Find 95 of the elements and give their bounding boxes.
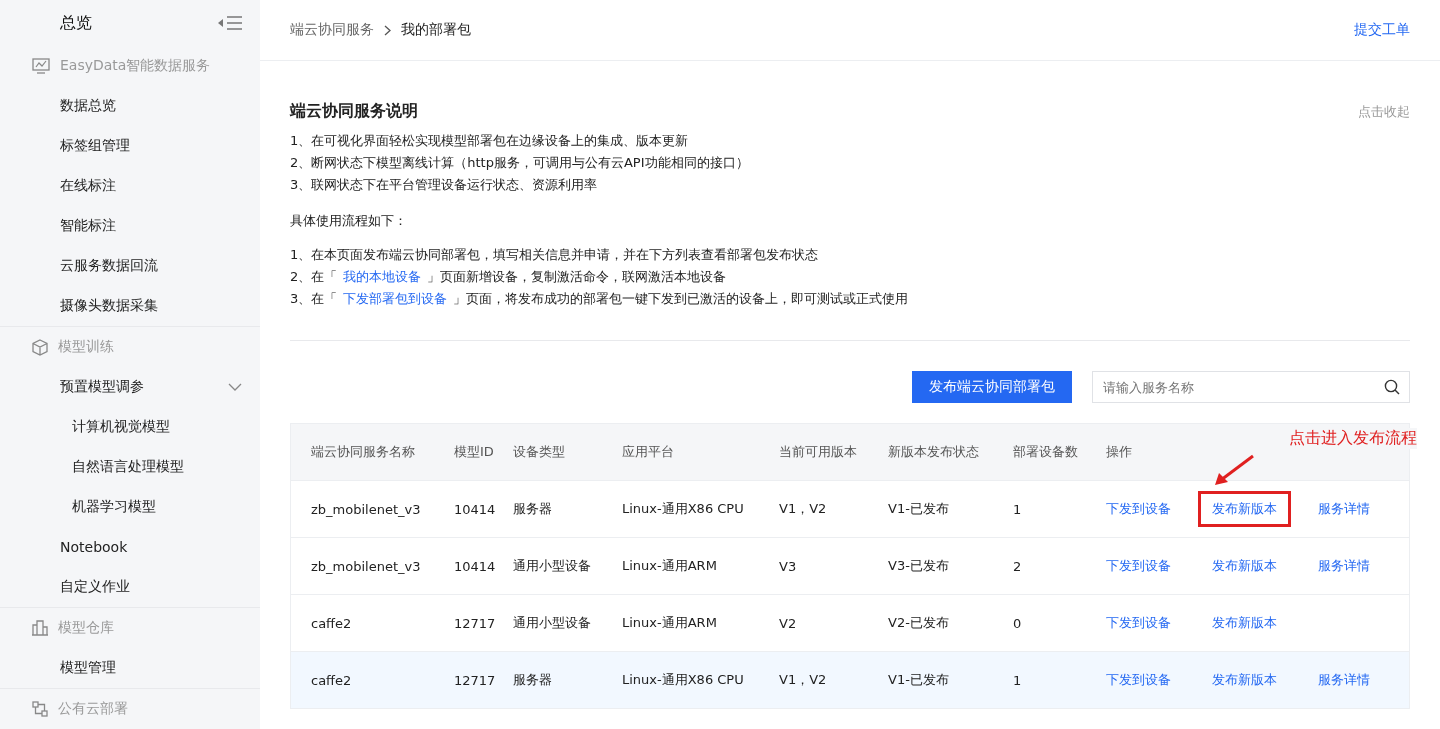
action-link[interactable]: 发布新版本 bbox=[1198, 662, 1291, 698]
column-header: 端云协同服务名称 bbox=[311, 443, 416, 461]
breadcrumb-item: 我的部署包 bbox=[401, 21, 471, 39]
inline-link[interactable]: 我的本地设备 bbox=[343, 269, 422, 284]
chart-icon bbox=[32, 58, 50, 74]
action-link[interactable]: 下发到设备 bbox=[1106, 605, 1185, 641]
action-link[interactable]: 服务详情 bbox=[1304, 662, 1384, 698]
table-cell-text: V1-已发布 bbox=[888, 500, 950, 518]
collapse-menu-icon[interactable] bbox=[218, 15, 242, 31]
table-cell-text: Linux-通用ARM bbox=[622, 557, 718, 575]
chevron-icon[interactable] bbox=[228, 383, 242, 391]
action-link[interactable]: 下发到设备 bbox=[1106, 548, 1185, 584]
action-link[interactable]: 发布新版本 bbox=[1198, 548, 1291, 584]
annotation-text: 点击进入发布流程 bbox=[1289, 428, 1417, 449]
table-cell-text: 服务器 bbox=[513, 671, 553, 689]
section-title: 端云协同服务说明 bbox=[290, 101, 418, 122]
chevron-right-icon bbox=[384, 24, 391, 36]
table-cell-text: V1-已发布 bbox=[888, 671, 950, 689]
table-cell-text: Linux-通用ARM bbox=[622, 614, 718, 632]
sidebar-item[interactable]: 模型管理 bbox=[60, 659, 116, 677]
table-cell-text: V1，V2 bbox=[779, 671, 828, 689]
table-cell-text: V2-已发布 bbox=[888, 614, 950, 632]
table-cell-text: Linux-通用X86 CPU bbox=[622, 500, 745, 518]
column-header: 新版本发布状态 bbox=[888, 443, 980, 461]
sidebar-item[interactable]: 数据总览 bbox=[60, 97, 116, 115]
sidebar-title[interactable]: 总览 bbox=[60, 12, 92, 34]
table-cell-text: zb_mobilenet_v3 bbox=[311, 501, 422, 517]
table-cell-text: 10414 bbox=[454, 558, 497, 574]
table-cell-text: V3-已发布 bbox=[888, 557, 950, 575]
table-cell-text: caffe2 bbox=[311, 672, 353, 688]
table-cell-text: 服务器 bbox=[513, 500, 553, 518]
sidebar-item[interactable]: 在线标注 bbox=[60, 177, 116, 195]
publish-button[interactable]: 发布端云协同部署包 bbox=[912, 371, 1072, 403]
building-icon bbox=[32, 620, 48, 636]
sidebar-subitem[interactable]: 机器学习模型 bbox=[72, 498, 156, 516]
action-link[interactable]: 下发到设备 bbox=[1106, 662, 1185, 698]
sidebar-item[interactable]: 智能标注 bbox=[60, 217, 116, 235]
action-link[interactable]: 服务详情 bbox=[1304, 491, 1384, 527]
table-cell-text: 10414 bbox=[454, 501, 497, 517]
feature-text: 2、断网状态下模型离线计算（http服务，可调用与公有云API功能相同的接口） bbox=[290, 154, 750, 172]
sidebar-item[interactable]: 预置模型调参 bbox=[60, 378, 144, 396]
column-header: 模型ID bbox=[454, 443, 495, 461]
table-cell-text: 1 bbox=[1013, 501, 1023, 517]
sidebar-group-title: 模型训练 bbox=[58, 338, 114, 356]
sidebar-group-title: EasyData智能数据服务 bbox=[60, 57, 211, 75]
search-icon[interactable] bbox=[1384, 379, 1400, 395]
sidebar-item[interactable]: 云服务数据回流 bbox=[60, 257, 158, 275]
table-cell-text: 通用小型设备 bbox=[513, 557, 592, 575]
table-cell-text: V2 bbox=[779, 615, 798, 631]
action-link[interactable]: 服务详情 bbox=[1304, 548, 1384, 584]
action-link[interactable]: 发布新版本 bbox=[1198, 605, 1291, 641]
sidebar-item[interactable]: 自定义作业 bbox=[60, 578, 130, 596]
nodes-icon bbox=[32, 701, 48, 717]
step-text: 」页面新增设备，复制激活命令，联网激活本地设备 bbox=[427, 269, 727, 284]
breadcrumb-item[interactable]: 端云协同服务 bbox=[290, 21, 374, 39]
step-text: 1、在本页面发布端云协同部署包，填写相关信息并申请，并在下方列表查看部署包发布状态 bbox=[290, 247, 819, 262]
sidebar-group-title: 公有云部署 bbox=[58, 700, 128, 718]
annotation-arrow bbox=[1213, 454, 1255, 486]
action-link[interactable]: 发布新版本 bbox=[1198, 491, 1291, 527]
table-cell-text: 12717 bbox=[454, 615, 497, 631]
table-cell-text: V1，V2 bbox=[779, 500, 828, 518]
inline-link[interactable]: 下发部署包到设备 bbox=[343, 291, 448, 306]
sidebar-item[interactable]: 摄像头数据采集 bbox=[60, 297, 158, 315]
search-field[interactable]: 请输入服务名称 bbox=[1092, 371, 1410, 403]
sidebar-subitem[interactable]: 计算机视觉模型 bbox=[72, 418, 170, 436]
step-text: 3、在「 bbox=[290, 291, 338, 306]
table-row[interactable]: zb_mobilenet_v3 10414 通用小型设备 Linux-通用ARM V3 V3-已发布 2 下发到设备 发布新版本 服务详情 bbox=[291, 538, 1409, 595]
table-row[interactable]: zb_mobilenet_v3 10414 服务器 Linux-通用X86 CPU V1，V2 V1-已发布 1 下发到设备 发布新版本 服务详情 bbox=[291, 481, 1409, 538]
feature-text: 3、联网状态下在平台管理设备运行状态、资源利用率 bbox=[290, 176, 599, 194]
table-cell-text: 12717 bbox=[454, 672, 497, 688]
sidebar-subitem[interactable]: 自然语言处理模型 bbox=[72, 458, 184, 476]
table-cell-text: 0 bbox=[1013, 615, 1023, 631]
steps-title: 具体使用流程如下： bbox=[290, 212, 408, 230]
table-cell-text: 通用小型设备 bbox=[513, 614, 592, 632]
table-cell-text: 2 bbox=[1013, 558, 1023, 574]
submit-ticket-link[interactable]: 提交工单 bbox=[1354, 21, 1410, 39]
cube-icon bbox=[32, 338, 48, 356]
table-row[interactable]: caffe2 12717 服务器 Linux-通用X86 CPU V1，V2 V1-已发布 1 下发到设备 发布新版本 服务详情 bbox=[291, 652, 1409, 709]
table-cell-text: V3 bbox=[779, 558, 798, 574]
column-header: 操作 bbox=[1106, 443, 1133, 461]
column-header: 设备类型 bbox=[513, 443, 566, 461]
column-header: 当前可用版本 bbox=[779, 443, 858, 461]
column-header: 应用平台 bbox=[622, 443, 675, 461]
column-header: 部署设备数 bbox=[1013, 443, 1079, 461]
action-link[interactable]: 下发到设备 bbox=[1106, 491, 1185, 527]
table-cell-text: caffe2 bbox=[311, 615, 353, 631]
table-cell-text: 1 bbox=[1013, 672, 1023, 688]
feature-text: 1、在可视化界面轻松实现模型部署包在边缘设备上的集成、版本更新 bbox=[290, 132, 690, 150]
sidebar-item[interactable]: 标签组管理 bbox=[60, 137, 130, 155]
step-text: 」页面，将发布成功的部署包一键下发到已激活的设备上，即可测试或正式使用 bbox=[453, 291, 909, 306]
table-cell-text: zb_mobilenet_v3 bbox=[311, 558, 422, 574]
sidebar-item[interactable]: Notebook bbox=[60, 539, 128, 555]
table-cell-text: Linux-通用X86 CPU bbox=[622, 671, 745, 689]
step-text: 2、在「 bbox=[290, 269, 338, 284]
sidebar-group-title: 模型仓库 bbox=[58, 619, 114, 637]
